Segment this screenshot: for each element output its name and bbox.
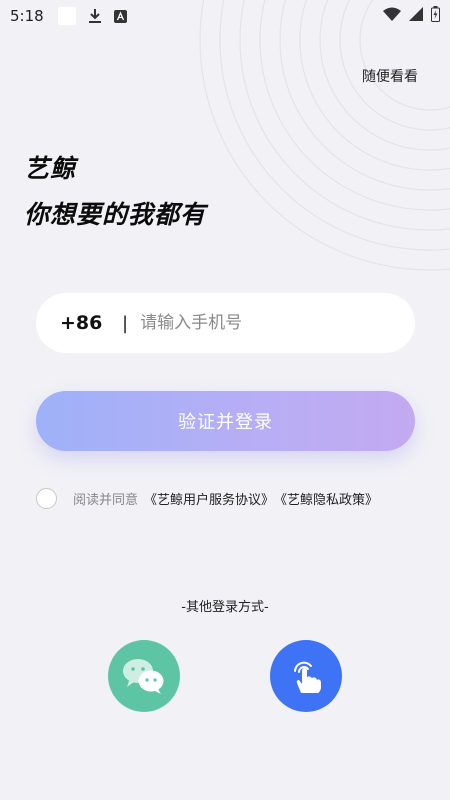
wechat-icon — [123, 659, 164, 694]
status-time: 5:18 — [10, 7, 44, 25]
signal-icon — [409, 7, 423, 25]
phone-field: +86 | — [36, 293, 415, 353]
headline: 艺鲸 你想要的我都有 — [24, 146, 206, 238]
notification-white-square-icon — [57, 7, 76, 25]
headline-slogan: 你想要的我都有 — [24, 200, 207, 229]
user-agreement-link[interactable]: 《艺鲸用户服务协议》 — [144, 489, 274, 508]
agreement-prefix: 阅读并同意 — [73, 493, 139, 508]
download-icon — [88, 8, 102, 24]
battery-icon — [431, 6, 440, 26]
verify-login-button[interactable]: 验证并登录 — [36, 391, 415, 451]
country-code-selector[interactable]: +86 — [60, 312, 122, 334]
field-divider: | — [122, 312, 129, 334]
skip-browse-link[interactable]: 随便看看 — [362, 66, 418, 86]
phone-number-input[interactable] — [140, 313, 371, 333]
wechat-login-button[interactable] — [108, 640, 180, 712]
agreement-row: 阅读并同意 《艺鲸用户服务协议》 《艺鲸隐私政策》 — [36, 488, 426, 509]
privacy-policy-link[interactable]: 《艺鲸隐私政策》 — [274, 489, 378, 508]
touch-login-button[interactable] — [270, 640, 342, 712]
headline-brand: 艺鲸 — [24, 154, 77, 183]
a-notification-icon — [113, 9, 127, 23]
status-bar: 5:18 — [0, 0, 450, 32]
other-login-label: -其他登录方式- — [181, 600, 269, 615]
touch-tap-icon — [294, 661, 321, 693]
wifi-icon — [383, 7, 401, 25]
agreement-checkbox[interactable] — [36, 488, 57, 509]
